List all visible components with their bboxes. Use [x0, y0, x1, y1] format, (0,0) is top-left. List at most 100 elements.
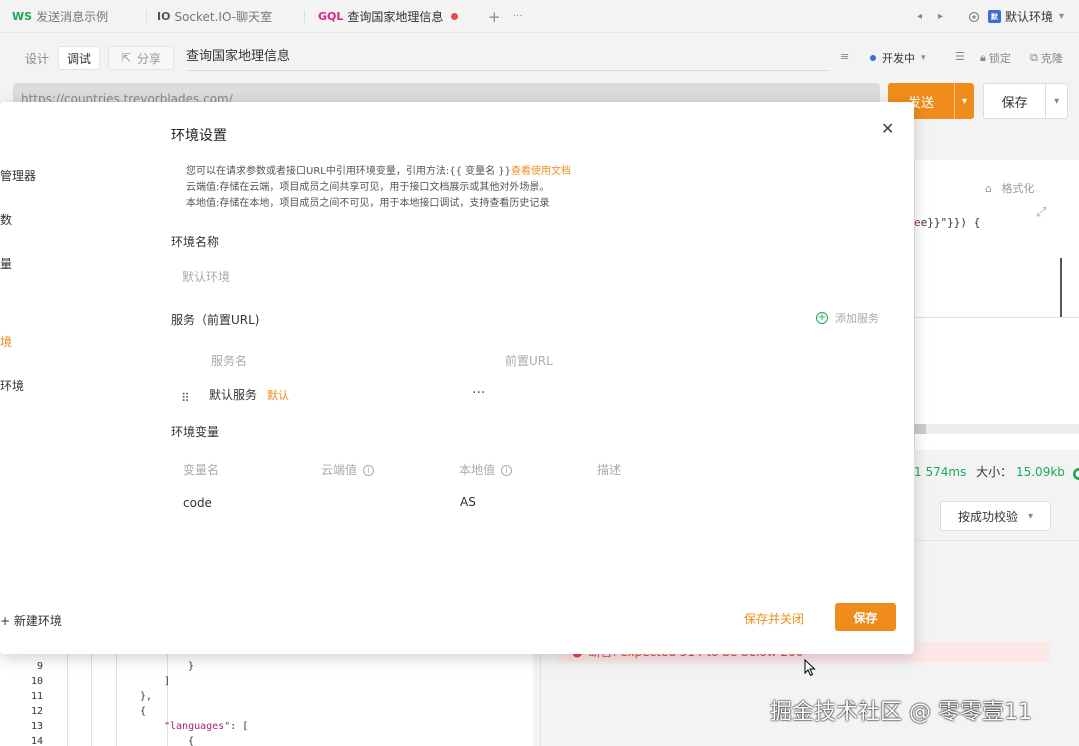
code-text: : [ [230, 721, 249, 732]
list-icon[interactable]: ☰ [955, 50, 965, 63]
save-and-close-button[interactable]: 保存并关闭 [744, 610, 804, 627]
format-lines-icon[interactable]: ≡ [840, 50, 849, 63]
tab-ws-send-message[interactable]: WS 发送消息示例 [12, 0, 108, 33]
tab-prev-icon[interactable]: ◂ [917, 0, 922, 33]
validation-selector[interactable]: 按成功校验 ▾ [940, 501, 1051, 531]
chevron-down-icon[interactable]: ▾ [1045, 84, 1067, 118]
response-stats: 1 574ms 大小： 15.09kb ● [914, 463, 1079, 480]
response-body-panel [0, 650, 533, 746]
dialog-title: 环境设置 [171, 128, 227, 144]
sidebar-item-default-env[interactable]: 境 [0, 333, 12, 350]
code-line: { [140, 706, 147, 717]
docs-link[interactable]: 查看使用文档 [511, 166, 571, 177]
clone-button[interactable]: ⧉ 克隆 [1030, 50, 1063, 66]
json-key: "languages" [164, 721, 231, 732]
tab-bar: WS 发送消息示例 IO Socket.IO-聊天室 GQL 查询国家地理信息 … [0, 0, 1079, 33]
tab-socketio-chat[interactable]: IO Socket.IO-聊天室 [157, 0, 272, 33]
var-cloud-input[interactable] [321, 496, 441, 512]
add-tab-button[interactable]: + [488, 0, 501, 33]
format-button[interactable]: ⌂ 格式化 [985, 180, 1034, 196]
col-label: 本地值 [459, 463, 496, 477]
info-icon[interactable]: i [501, 465, 513, 476]
chevron-down-icon: ▾ [1027, 510, 1034, 522]
default-badge: 默认 [267, 389, 290, 402]
more-tabs-button[interactable]: ··· [513, 0, 523, 33]
sidebar-item-env[interactable]: 环境 [0, 377, 24, 394]
close-icon[interactable]: ✕ [881, 119, 894, 138]
share-icon: ⇱ [120, 51, 132, 65]
service-col-name: 服务名 [211, 354, 248, 368]
response-time: 1 574ms [914, 465, 967, 479]
save-request-button[interactable]: 保存 ▾ [983, 83, 1068, 119]
settings-icon[interactable] [968, 0, 980, 33]
line-number: 13 [30, 721, 43, 732]
save-button[interactable]: 保存 [835, 603, 896, 631]
add-service-button[interactable]: + 添加服务 [816, 310, 879, 326]
io-badge: IO [157, 10, 171, 23]
success-icon: ● [1072, 468, 1079, 480]
sidebar-item-manager[interactable]: 管理器 [0, 167, 36, 184]
sidebar-item-vars[interactable]: 量 [0, 255, 12, 272]
indent-guide [116, 650, 117, 746]
tab-divider [146, 10, 147, 23]
col-label: 云端值 [321, 463, 358, 477]
format-icon: ⌂ [985, 182, 992, 195]
horizontal-scrollbar[interactable] [914, 424, 1079, 434]
line-number: 11 [30, 691, 43, 702]
lock-icon: 🔒︎ [980, 51, 986, 64]
panel-divider [914, 540, 1079, 541]
var-local-input[interactable]: AS [460, 495, 476, 509]
desc-line: 本地值:存储在本地，项目成员之间不可见，用于本地接口调试，支持查看历史记录 [186, 198, 550, 209]
share-button[interactable]: ⇱ 分享 [108, 46, 174, 70]
status-selector[interactable]: 开发中 ▾ [870, 50, 926, 66]
env-name-input[interactable]: 默认环境 [182, 268, 230, 285]
var-name-input[interactable]: code [183, 496, 212, 510]
environment-selector[interactable]: 默 默认环境 ▾ [988, 0, 1064, 33]
env-icon: 默 [988, 10, 1001, 23]
line-number: 14 [30, 736, 43, 746]
expand-icon[interactable]: ⤢ [1036, 205, 1046, 220]
clone-label: 克隆 [1040, 52, 1063, 65]
add-service-label: 添加服务 [835, 312, 879, 325]
environment-settings-dialog: 管理器 数 量 境 环境 环境设置 ✕ 您可以在请求参数或者接口URL中引用环境… [0, 102, 914, 654]
unsaved-dot-icon [451, 13, 459, 20]
code-text: e}}"}}) { [920, 216, 981, 229]
request-name-input[interactable]: 查询国家地理信息 [186, 47, 830, 71]
query-code-fragment: ee}}"}}) { [914, 216, 981, 229]
drag-handle-icon[interactable]: ⠿ [181, 391, 190, 405]
env-name-label: 环境名称 [171, 235, 220, 249]
service-name: 默认服务 [209, 388, 258, 402]
tab-gql-country-info[interactable]: GQL 查询国家地理信息 [318, 0, 459, 33]
dialog-env-list: 管理器 数 量 境 环境 [0, 102, 160, 654]
new-environment-button[interactable]: + 新建环境 [0, 612, 62, 629]
tab-label: Socket.IO-聊天室 [174, 10, 273, 24]
tab-debug[interactable]: 调试 [58, 46, 101, 70]
tab-next-icon[interactable]: ▸ [938, 0, 943, 33]
scrollbar-thumb[interactable] [914, 424, 926, 434]
tab-design[interactable]: 设计 [17, 46, 57, 70]
status-dot-icon [870, 55, 876, 61]
desc-text: 您可以在请求参数或者接口URL中引用环境变量，引用方法:{{ 变量名 }} [186, 166, 512, 177]
desc-line: 您可以在请求参数或者接口URL中引用环境变量，引用方法:{{ 变量名 }}查看使… [186, 164, 571, 180]
env-selector-label: 默认环境 [1005, 10, 1054, 24]
service-row[interactable]: 默认服务 默认 [209, 386, 289, 403]
service-col-url: 前置URL [505, 354, 553, 368]
line-number-gutter: 8 9 10 11 12 13 14 [0, 646, 60, 746]
size-label: 大小： [976, 465, 1013, 479]
more-options-icon[interactable]: ··· [472, 385, 485, 401]
lock-label: 锁定 [988, 52, 1011, 65]
var-col-desc: 描述 [597, 463, 622, 477]
code-line: } [188, 661, 195, 672]
gql-badge: GQL [318, 10, 344, 23]
lock-button[interactable]: 🔒︎ 锁定 [980, 50, 1011, 66]
request-toolbar: 设计 调试 ⇱ 分享 查询国家地理信息 ≡ 开发中 ▾ ☰ 🔒︎ 锁定 ⧉ 克隆 [0, 33, 1079, 79]
sidebar-item-params[interactable]: 数 [0, 211, 12, 228]
panel-divider [914, 317, 1079, 318]
var-desc-input[interactable] [597, 496, 797, 512]
indent-guide [67, 650, 68, 746]
watermark: 掘金技术社区 @ 零零壹11 [770, 700, 1032, 725]
chevron-down-icon[interactable]: ▾ [954, 83, 974, 119]
query-editor-panel [914, 160, 1079, 450]
info-icon[interactable]: i [363, 465, 375, 476]
plus-icon: + [816, 312, 828, 324]
